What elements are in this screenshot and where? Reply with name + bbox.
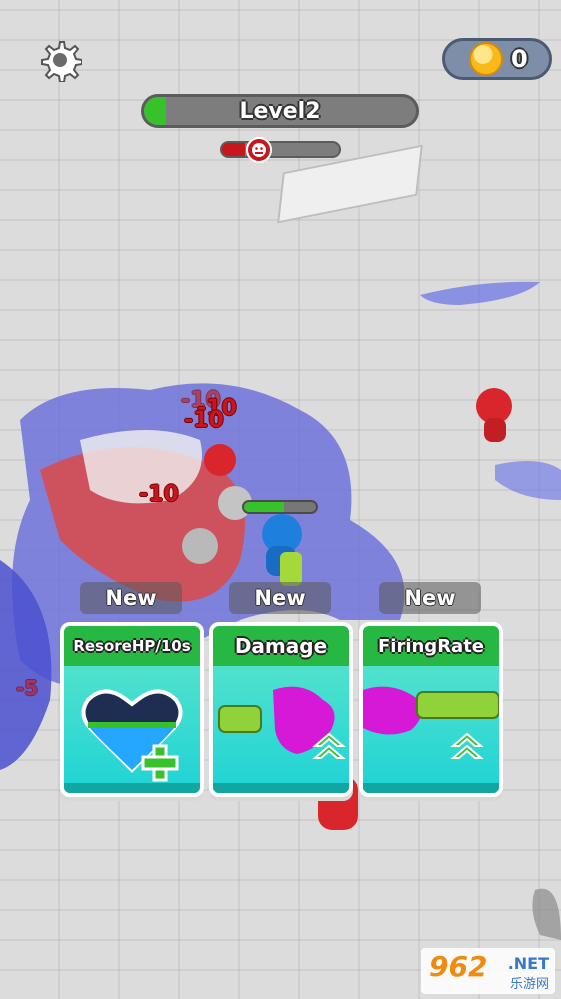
level-label: Level2 — [239, 98, 321, 124]
upgrade-card-restore-hp[interactable]: ResoreHP/10s — [60, 622, 204, 797]
new-badge: New — [379, 582, 481, 614]
blue-paint-splat — [495, 461, 561, 500]
card-footer — [64, 783, 200, 793]
card-footer — [213, 783, 349, 793]
heart-plus-icon — [81, 689, 183, 782]
coin-count: 0 — [511, 45, 528, 73]
settings-button[interactable] — [38, 38, 82, 82]
coin-counter: 0 — [442, 38, 552, 80]
card-title: ResoreHP/10s — [64, 626, 200, 666]
level-progress-bar: Level2 — [141, 94, 419, 128]
card-title: Damage — [213, 626, 349, 666]
coin-icon — [469, 42, 503, 76]
watermark: 962 .NET 乐游网 — [421, 948, 555, 994]
grey-enemy — [182, 528, 218, 564]
damage-number: -5 — [16, 676, 39, 700]
card-footer — [363, 783, 499, 793]
player-health-bar — [242, 500, 318, 514]
watermark-suffix: .NET — [507, 954, 549, 973]
upgrade-card-firing-rate[interactable]: FiringRate — [359, 622, 503, 797]
damage-number: -10 — [184, 408, 224, 433]
blue-paint-splat — [420, 281, 540, 305]
red-enemy — [484, 418, 506, 442]
paint-gun-damage-icon — [218, 686, 346, 759]
paint-gun-firing-icon — [363, 686, 499, 759]
player-paint-gun — [280, 552, 302, 586]
gear-icon — [41, 41, 82, 82]
shadow — [532, 888, 561, 940]
boss-progress-fill — [222, 143, 246, 156]
new-badge: New — [80, 582, 182, 614]
watermark-number: 962 — [429, 950, 488, 983]
upgrade-card-damage[interactable]: Damage — [209, 622, 353, 797]
boss-progress-bar — [220, 141, 341, 158]
card-title: FiringRate — [363, 626, 499, 666]
demon-face-icon — [246, 137, 272, 163]
red-enemy — [204, 444, 236, 476]
damage-number: -10 — [139, 482, 179, 507]
new-badge: New — [229, 582, 331, 614]
watermark-chinese: 乐游网 — [509, 977, 549, 992]
